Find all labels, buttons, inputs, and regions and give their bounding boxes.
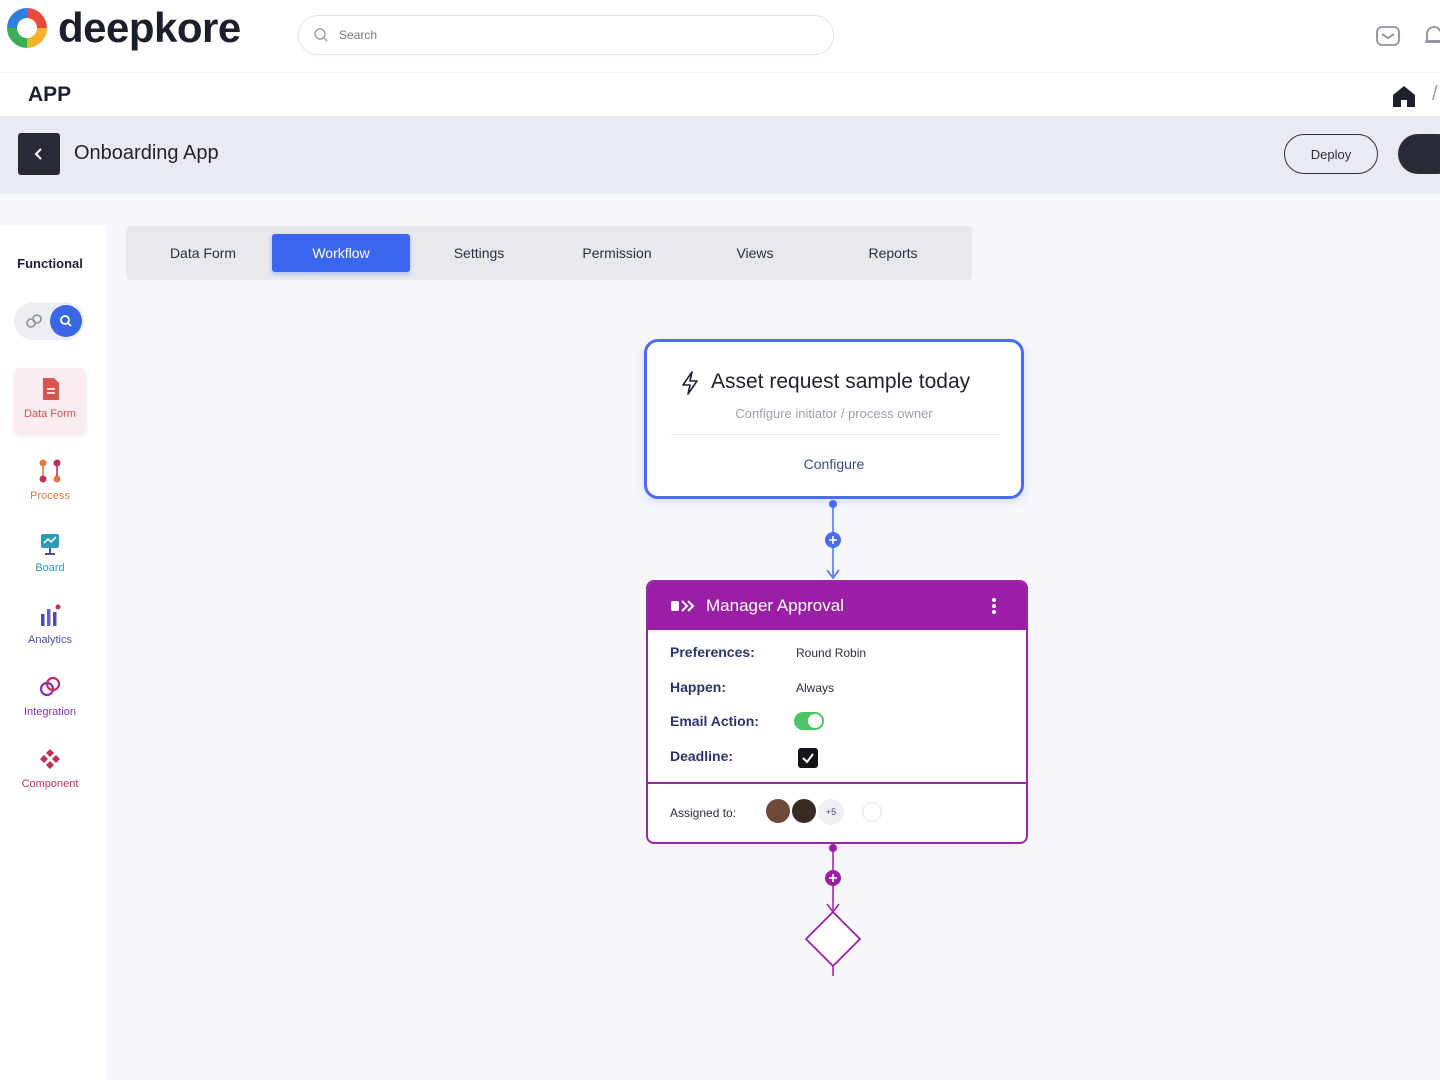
field-label-deadline: Deadline: — [670, 748, 734, 764]
analytics-icon — [41, 604, 61, 626]
field-label-happen: Happen: — [670, 679, 726, 695]
manager-approval-card[interactable]: Manager Approval Preferences: Round Robi… — [646, 580, 1028, 844]
sidebar-item-label: Component — [21, 778, 79, 790]
divider — [671, 434, 999, 435]
page-title: Onboarding App — [74, 142, 219, 164]
integration-icon — [39, 676, 61, 697]
document-icon — [43, 378, 59, 400]
link-icon[interactable] — [24, 311, 44, 331]
lightning-icon — [682, 371, 698, 395]
approval-card-title: Manager Approval — [706, 596, 844, 615]
add-assignee-button[interactable] — [862, 802, 882, 822]
tab-reports[interactable]: Reports — [824, 234, 962, 272]
divider — [648, 782, 1026, 784]
avatar[interactable] — [764, 797, 792, 825]
sidebar-item-label: Data Form — [24, 408, 76, 420]
sidebar-item-label: Integration — [24, 706, 76, 718]
decision-node[interactable] — [804, 910, 862, 968]
tab-workflow[interactable]: Workflow — [272, 234, 410, 272]
email-action-toggle[interactable] — [794, 712, 824, 730]
tab-settings[interactable]: Settings — [410, 234, 548, 272]
page-bar: Onboarding App Deploy — [0, 116, 1440, 194]
sidebar-item-label: Process — [30, 490, 70, 502]
tab-permission[interactable]: Permission — [548, 234, 686, 272]
primary-action-button[interactable] — [1398, 134, 1440, 174]
board-icon — [41, 534, 59, 555]
checkmark-icon — [802, 753, 814, 764]
field-label-email-action: Email Action: — [670, 713, 759, 729]
sidebar-item-process[interactable]: Process — [14, 450, 86, 516]
chevron-left-icon — [34, 148, 42, 160]
add-step-button[interactable] — [825, 870, 841, 886]
breadcrumb-separator: / — [1432, 83, 1438, 105]
component-icon — [40, 749, 60, 769]
more-assignees-badge[interactable]: +5 — [818, 799, 844, 825]
avatar[interactable] — [790, 797, 818, 825]
deadline-checkbox[interactable] — [798, 748, 818, 768]
brand-name: deepkore — [58, 4, 241, 51]
app-header: APP / — [0, 72, 1440, 116]
field-label-preferences: Preferences: — [670, 644, 755, 660]
tab-views[interactable]: Views — [686, 234, 824, 272]
top-bar: deepkore — [0, 0, 1440, 72]
deploy-button[interactable]: Deploy — [1284, 134, 1378, 174]
field-value-preferences[interactable]: Round Robin — [796, 646, 866, 660]
sidebar-item-integration[interactable]: Integration — [14, 666, 86, 732]
tab-bar: Data Form Workflow Settings Permission V… — [126, 226, 972, 280]
sidebar-item-label: Analytics — [27, 634, 73, 646]
process-icon — [39, 459, 61, 483]
start-card-subtitle: Configure initiator / process owner — [735, 406, 933, 421]
more-options-icon[interactable] — [986, 594, 1002, 618]
logo[interactable]: deepkore — [4, 4, 241, 52]
app-label: APP — [28, 83, 72, 106]
sidebar-item-analytics[interactable]: Analytics — [14, 594, 86, 660]
tab-data-form[interactable]: Data Form — [134, 234, 272, 272]
home-icon[interactable] — [1390, 83, 1418, 109]
sidebar-title: Functional — [17, 256, 83, 271]
magnifier-icon — [60, 315, 72, 327]
search-box[interactable] — [298, 15, 834, 55]
sidebar-item-component[interactable]: Component — [14, 738, 86, 804]
configure-link[interactable]: Configure — [647, 456, 1021, 472]
zoom-mode-button[interactable] — [50, 305, 82, 337]
deepkore-logo-icon — [7, 8, 47, 48]
back-button[interactable] — [18, 133, 60, 175]
assigned-to-label: Assigned to: — [670, 806, 737, 820]
sidebar-item-data-form[interactable]: Data Form — [14, 368, 86, 434]
approval-flow-icon — [671, 600, 695, 612]
view-mode-toggle[interactable] — [14, 302, 84, 340]
search-icon — [314, 28, 328, 42]
toggle-knob — [808, 714, 822, 728]
bell-icon[interactable] — [1420, 22, 1440, 50]
sidebar: Functional Data Form Process Board Analy… — [0, 226, 106, 1080]
inbox-icon[interactable] — [1374, 22, 1402, 50]
add-step-button[interactable] — [825, 532, 841, 548]
sidebar-item-label: Board — [35, 562, 65, 574]
workflow-start-card[interactable]: Asset request sample today Configure ini… — [644, 339, 1024, 499]
sidebar-item-board[interactable]: Board — [14, 522, 86, 588]
search-input[interactable] — [339, 28, 799, 42]
start-card-title: Asset request sample today — [711, 370, 971, 393]
field-value-happen[interactable]: Always — [796, 681, 834, 695]
approval-card-header: Manager Approval — [648, 582, 1026, 630]
